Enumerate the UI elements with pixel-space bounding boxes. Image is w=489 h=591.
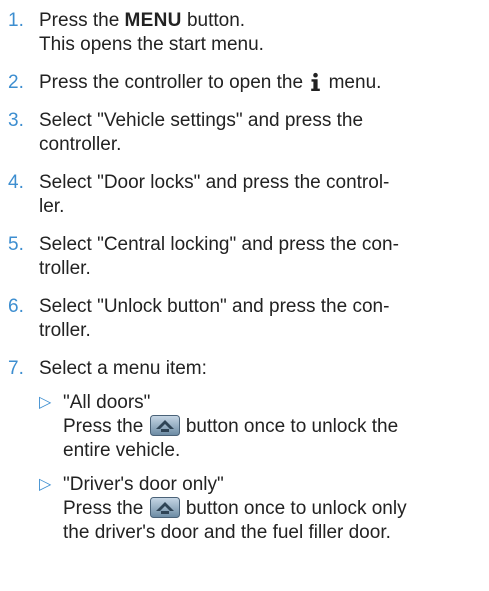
- step-number: 7.: [8, 358, 24, 379]
- triangle-bullet-icon: ▷: [39, 476, 52, 493]
- step-number: 1.: [8, 10, 24, 31]
- step-7: 7. Select a menu item: ▷ "All doors" Pre…: [0, 357, 469, 545]
- instruction-list: 1. Press the MENU button. This opens the…: [0, 0, 489, 559]
- option-text: Press the button once to unlock the: [63, 415, 469, 439]
- option-text-part: button once to unlock the: [180, 416, 399, 437]
- step-text: Select "Vehicle settings" and press the: [39, 110, 364, 131]
- step-text: troller.: [39, 258, 91, 279]
- step-text-part: menu.: [323, 72, 382, 93]
- step-number: 3.: [8, 110, 24, 131]
- step-number: 6.: [8, 296, 24, 317]
- step-note: This opens the start menu.: [39, 34, 264, 55]
- option-text: Press the button once to unlock only: [63, 497, 469, 521]
- unlock-button-icon: [149, 415, 180, 436]
- step-5: 5. Select "Central locking" and press th…: [0, 233, 469, 281]
- option-text: entire vehicle.: [63, 440, 181, 461]
- menu-button-label: MENU: [124, 10, 182, 31]
- step-text: Select a menu item:: [39, 358, 207, 379]
- step-number: 5.: [8, 234, 24, 255]
- option-text: the driver's door and the fuel filler do…: [63, 522, 391, 543]
- step-text: controller.: [39, 134, 122, 155]
- option-text-part: Press the: [63, 416, 149, 437]
- step-text: Press the controller to open the menu.: [39, 71, 469, 95]
- step-text: Select "Unlock button" and press the con…: [39, 296, 390, 317]
- step-2: 2. Press the controller to open the menu…: [0, 71, 469, 95]
- triangle-bullet-icon: ▷: [39, 394, 52, 411]
- option-title: "All doors": [63, 392, 151, 413]
- option-all-doors: ▷ "All doors" Press the button once to u…: [39, 391, 469, 463]
- step-text-part: button.: [181, 10, 246, 31]
- option-drivers-door-only: ▷ "Driver's door only" Press the button …: [39, 473, 469, 545]
- step-text: Press the MENU button.: [39, 9, 469, 33]
- step-3: 3. Select "Vehicle settings" and press t…: [0, 109, 469, 157]
- option-text-part: button once to unlock only: [180, 498, 407, 519]
- step-text: Select "Central locking" and press the c…: [39, 234, 399, 255]
- step-text: troller.: [39, 320, 91, 341]
- step-text-part: Press the: [39, 10, 125, 31]
- unlock-button-icon: [149, 497, 180, 518]
- step-text: Select "Door locks" and press the contro…: [39, 172, 390, 193]
- info-i-icon: [310, 72, 321, 92]
- step-1: 1. Press the MENU button. This opens the…: [0, 9, 469, 57]
- step-text: ler.: [39, 196, 65, 217]
- step-number: 2.: [8, 72, 24, 93]
- step-6: 6. Select "Unlock button" and press the …: [0, 295, 469, 343]
- step-4: 4. Select "Door locks" and press the con…: [0, 171, 469, 219]
- option-title: "Driver's door only": [63, 474, 224, 495]
- option-text-part: Press the: [63, 498, 149, 519]
- step-number: 4.: [8, 172, 24, 193]
- step-text-part: Press the controller to open the: [39, 72, 309, 93]
